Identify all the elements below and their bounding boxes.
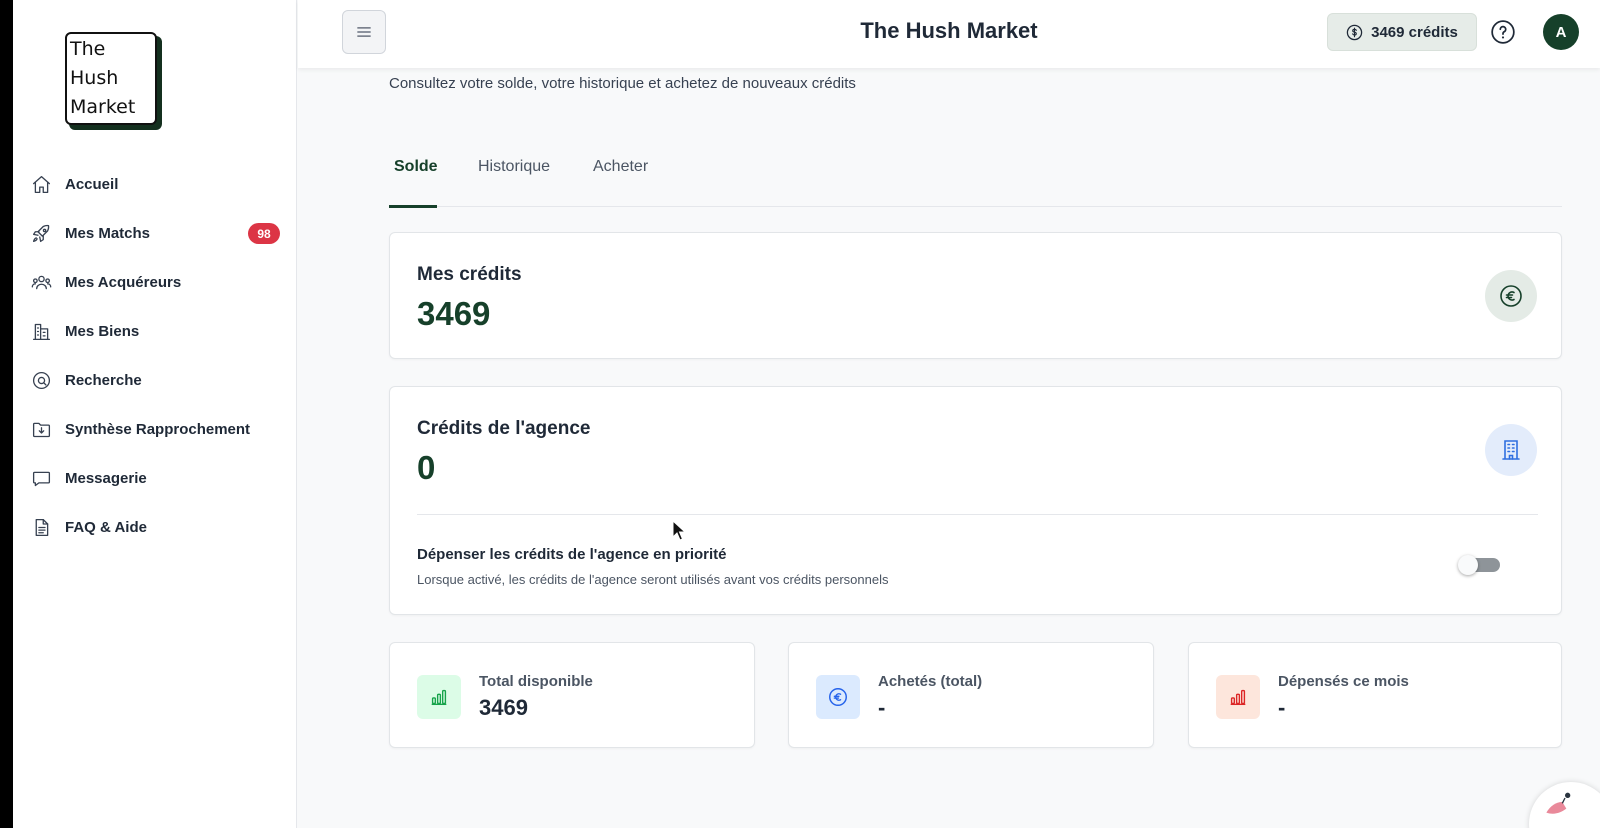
logo-line-2: Hush (70, 67, 119, 89)
credits-balance-button[interactable]: 3469 crédits (1327, 13, 1477, 51)
stat-value: 3469 (479, 695, 528, 720)
stat-value: - (1278, 695, 1286, 720)
sidebar-item-messagerie[interactable]: Messagerie (13, 454, 297, 503)
tab-solde[interactable]: Solde (394, 158, 438, 176)
euro-icon (816, 675, 860, 719)
bar-chart-icon (1216, 675, 1260, 719)
app-frame: The Hush Market Accueil Mes Matchs 98 Me… (13, 0, 1600, 828)
chat-widget-button[interactable] (1529, 782, 1600, 828)
office-building-icon (1485, 424, 1537, 476)
sidebar-item-label: Mes Acquéreurs (65, 274, 182, 291)
agency-credits-title: Crédits de l'agence (417, 418, 591, 439)
logo-line-1: The (70, 38, 106, 60)
stat-label: Achetés (total) (878, 673, 983, 690)
sidebar-item-recherche[interactable]: Recherche (13, 356, 297, 405)
matches-count-badge: 98 (248, 223, 280, 244)
folder-download-icon (30, 419, 52, 441)
sidebar-item-mes-biens[interactable]: Mes Biens (13, 307, 297, 356)
sidebar-item-mes-acquereurs[interactable]: Mes Acquéreurs (13, 258, 297, 307)
stat-card-total-disponible: Total disponible 3469 (389, 642, 755, 748)
stat-label: Total disponible (479, 673, 593, 690)
page-subtitle: Consultez votre solde, votre historique … (389, 75, 856, 92)
toggle-knob (1458, 555, 1478, 575)
sidebar-item-label: FAQ & Aide (65, 519, 147, 536)
dollar-coin-icon (1346, 24, 1363, 40)
sidebar-item-label: Messagerie (65, 470, 147, 487)
buildings-icon (30, 321, 52, 343)
tab-label: Acheter (593, 158, 649, 175)
active-tab-indicator (389, 205, 437, 208)
stat-value: - (878, 695, 886, 720)
tab-acheter[interactable]: Acheter (593, 158, 648, 176)
mascot-icon (1546, 792, 1571, 814)
users-icon (30, 272, 52, 294)
bar-chart-icon (417, 675, 461, 719)
stat-card-depenses-mois: Dépensés ce mois - (1188, 642, 1562, 748)
tab-historique[interactable]: Historique (478, 158, 550, 176)
at-search-icon (30, 370, 52, 392)
sidebar-item-label: Mes Biens (65, 323, 140, 340)
sidebar-item-mes-matchs[interactable]: Mes Matchs 98 (13, 209, 297, 258)
mouse-cursor-icon (672, 520, 686, 541)
sidebar-item-synthese[interactable]: Synthèse Rapprochement (13, 405, 297, 454)
tab-label: Historique (478, 158, 551, 175)
sidebar-item-label: Mes Matchs (65, 225, 151, 242)
top-header: The Hush Market 3469 crédits A (298, 0, 1600, 68)
credits-tabs: Solde Historique Acheter (389, 142, 1562, 208)
help-circle-icon[interactable] (1490, 19, 1516, 45)
sidebar-item-label: Synthèse Rapprochement (65, 421, 251, 438)
priority-toggle[interactable] (1458, 555, 1500, 575)
my-credits-value: 3469 (417, 295, 491, 332)
tab-label: Solde (394, 158, 438, 175)
stat-card-achetes-total: Achetés (total) - (788, 642, 1154, 748)
agency-credits-card: Crédits de l'agence 0 Dépenser les crédi… (389, 386, 1562, 615)
sidebar-item-label: Recherche (65, 372, 142, 389)
credits-pill-label: 3469 crédits (1371, 23, 1458, 41)
priority-setting-description: Lorsque activé, les crédits de l'agence … (417, 572, 889, 587)
sidebar-item-label: Accueil (65, 176, 119, 193)
rocket-icon (30, 223, 52, 245)
logo-text: The Hush Market (65, 32, 157, 125)
logo[interactable]: The Hush Market (65, 32, 162, 130)
sidebar-nav: Accueil Mes Matchs 98 Mes Acquéreurs Mes… (13, 160, 297, 552)
chat-bubble-icon (30, 468, 52, 490)
priority-setting-title: Dépenser les crédits de l'agence en prio… (417, 546, 727, 563)
home-icon (30, 174, 52, 196)
my-credits-title: Mes crédits (417, 264, 522, 285)
sidebar-item-faq[interactable]: FAQ & Aide (13, 503, 297, 552)
document-icon (30, 517, 52, 539)
my-credits-card: Mes crédits 3469 (389, 232, 1562, 359)
euro-coin-icon (1485, 270, 1537, 322)
stat-label: Dépensés ce mois (1278, 673, 1409, 690)
avatar[interactable]: A (1543, 14, 1579, 50)
sidebar: The Hush Market Accueil Mes Matchs 98 Me… (13, 0, 297, 828)
sidebar-item-accueil[interactable]: Accueil (13, 160, 297, 209)
agency-credits-value: 0 (417, 449, 436, 486)
agency-card-divider (417, 514, 1538, 515)
logo-line-3: Market (70, 96, 136, 118)
